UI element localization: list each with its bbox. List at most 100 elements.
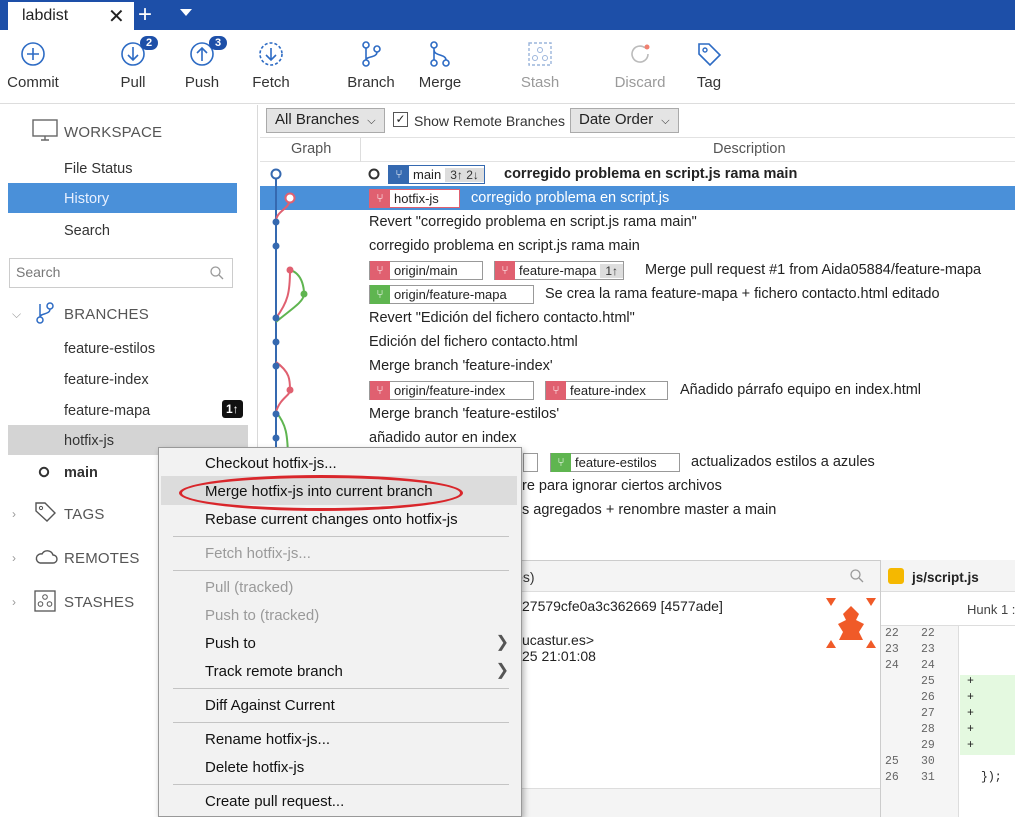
diff-file-name: js/script.js	[912, 570, 979, 585]
description-column-header[interactable]: Description	[713, 141, 786, 157]
tab-dropdown-icon[interactable]	[180, 9, 192, 16]
menu-item-fetch[interactable]: Fetch hotfix-js...	[205, 545, 311, 562]
fetch-label: Fetch	[252, 74, 290, 91]
commit-row[interactable]: Merge branch 'feature-index'	[260, 354, 1015, 378]
branch-label-main[interactable]: ⑂ main 3↑ 2↓	[388, 165, 485, 184]
branch-label-feature-mapa[interactable]: ⑂ feature-mapa 1↑	[494, 261, 625, 280]
discard-label: Discard	[614, 74, 666, 91]
commit-date: 25 21:01:08	[522, 648, 596, 664]
remotes-expand-icon[interactable]: ›	[12, 551, 16, 565]
close-tab-icon[interactable]: ✕	[108, 4, 125, 29]
sidebar-search-input[interactable]	[10, 259, 200, 285]
menu-item-rebase[interactable]: Rebase current changes onto hotfix-js	[205, 511, 458, 528]
old-line-number: 25	[885, 755, 899, 768]
branch-item-feature-index[interactable]: feature-index	[64, 372, 149, 388]
menu-item-push-tracked[interactable]: Push to (tracked)	[205, 607, 319, 624]
menu-separator	[173, 688, 509, 689]
search-icon[interactable]	[850, 569, 864, 583]
pull-button[interactable]: 2 Pull	[98, 36, 168, 91]
branches-collapse-icon[interactable]: ⌵	[12, 307, 21, 322]
sidebar-item-file-status[interactable]: File Status	[64, 161, 133, 177]
branch-label-origin-feature-mapa[interactable]: ⑂ origin/feature-mapa	[369, 285, 534, 304]
new-line-number: 30	[921, 755, 935, 768]
menu-item-push-to[interactable]: Push to	[205, 635, 256, 652]
commit-row[interactable]: Edición del fichero contacto.html	[260, 330, 1015, 354]
branch-label-text: main	[413, 167, 442, 182]
current-branch-icon	[38, 466, 50, 478]
menu-item-track-remote[interactable]: Track remote branch	[205, 663, 343, 680]
tags-heading[interactable]: TAGS	[64, 506, 105, 523]
branch-label-text: feature-estilos	[575, 455, 657, 470]
commit-row[interactable]: Revert "Edición del fichero contacto.htm…	[260, 306, 1015, 330]
new-tab-icon[interactable]: +	[138, 1, 152, 29]
menu-item-delete[interactable]: Delete hotfix-js	[205, 759, 304, 776]
tag-icon	[698, 43, 722, 67]
commit-row[interactable]: ⑂ main 3↑ 2↓ corregido problema en script.…	[260, 162, 1015, 186]
branch-icon: ⑂	[370, 261, 390, 280]
branch-button[interactable]: Branch	[336, 40, 406, 91]
tags-expand-icon[interactable]: ›	[12, 507, 16, 521]
commit-graph	[270, 168, 308, 462]
highlight-annotation-ring	[179, 475, 463, 511]
branch-item-feature-estilos[interactable]: feature-estilos	[64, 341, 155, 357]
graph-column-header[interactable]: Graph	[291, 141, 331, 157]
commit-row[interactable]: corregido problema en script.js rama mai…	[260, 234, 1015, 258]
head-marker-icon	[368, 168, 380, 180]
branch-label-feature-estilos[interactable]: ⑂ feature-estilos	[550, 453, 680, 472]
submenu-arrow-icon: ❯	[495, 662, 509, 679]
graph-line-index	[275, 361, 292, 413]
branch-icon: ⑂	[370, 285, 390, 304]
discard-button[interactable]: Discard	[605, 40, 675, 91]
commit-hash: 27579cfe0a3c362669 [4577ade]	[522, 598, 723, 614]
graph-node	[272, 242, 280, 250]
commit-row[interactable]: ⑂ origin/main ⑂ feature-mapa 1↑ Merge pull …	[260, 258, 1015, 282]
show-remote-checkbox[interactable]: ✓	[393, 112, 408, 127]
commit-message: corregido problema en script.js	[471, 190, 670, 206]
menu-item-rename[interactable]: Rename hotfix-js...	[205, 731, 330, 748]
tag-button[interactable]: Tag	[674, 40, 744, 91]
branch-filter-select[interactable]: All Branches ⌵	[266, 108, 385, 133]
commit-button[interactable]: Commit	[0, 40, 68, 91]
chevron-down-icon: ⌵	[367, 115, 376, 127]
commit-row[interactable]: ⑂ origin/feature-mapa Se crea la rama fea…	[260, 282, 1015, 306]
merge-button[interactable]: Merge	[405, 40, 475, 91]
branch-label-text: origin/feature-mapa	[394, 287, 507, 302]
remotes-heading[interactable]: REMOTES	[64, 550, 140, 567]
show-remote-label: Show Remote Branches	[414, 113, 565, 129]
branch-item-feature-mapa[interactable]: feature-mapa	[64, 403, 150, 419]
branch-label-feature-index[interactable]: ⑂ feature-index	[545, 381, 668, 400]
merge-label: Merge	[418, 74, 462, 91]
commit-label: Commit	[7, 74, 59, 91]
sidebar-item-search[interactable]: Search	[64, 223, 110, 239]
branch-label-origin-feature-index[interactable]: ⑂ origin/feature-index	[369, 381, 534, 400]
commit-row[interactable]: Revert "corregido problema en script.js …	[260, 210, 1015, 234]
commit-row[interactable]: ⑂ origin/feature-index ⑂ feature-index Aña…	[260, 378, 1015, 402]
graph-node	[286, 386, 294, 394]
graph-node	[272, 362, 280, 370]
push-label: Push	[184, 74, 220, 91]
stashes-expand-icon[interactable]: ›	[12, 595, 16, 609]
menu-item-diff-against-current[interactable]: Diff Against Current	[205, 697, 335, 714]
added-line-marker: +	[967, 723, 974, 736]
stashes-heading[interactable]: STASHES	[64, 594, 134, 611]
stash-button[interactable]: Stash	[505, 40, 575, 91]
push-button[interactable]: 3 Push	[167, 36, 237, 91]
menu-item-create-pull-request[interactable]: Create pull request...	[205, 793, 344, 810]
menu-item-checkout[interactable]: Checkout hotfix-js...	[205, 455, 337, 472]
new-line-number: 24	[921, 659, 935, 672]
menu-item-pull-tracked[interactable]: Pull (tracked)	[205, 579, 293, 596]
repo-tab[interactable]: labdist ✕	[8, 2, 134, 30]
fetch-button[interactable]: Fetch	[236, 40, 306, 91]
branch-label-origin-main[interactable]: ⑂ origin/main	[369, 261, 483, 280]
cloud-icon	[35, 550, 58, 564]
details-footer	[522, 788, 880, 817]
column-divider[interactable]	[360, 138, 361, 162]
commit-row-selected[interactable]: ⑂ hotfix-js corregido problema en script.…	[260, 186, 1015, 210]
order-select[interactable]: Date Order ⌵	[570, 108, 679, 133]
commit-row[interactable]: Merge branch 'feature-estilos'	[260, 402, 1015, 426]
new-line-number: 29	[921, 739, 935, 752]
branch-item-main[interactable]: main	[64, 465, 98, 481]
branch-label-hotfix-js[interactable]: ⑂ hotfix-js	[369, 189, 460, 208]
branch-label-partial[interactable]	[523, 453, 538, 472]
sidebar-item-history[interactable]: History	[8, 183, 237, 213]
